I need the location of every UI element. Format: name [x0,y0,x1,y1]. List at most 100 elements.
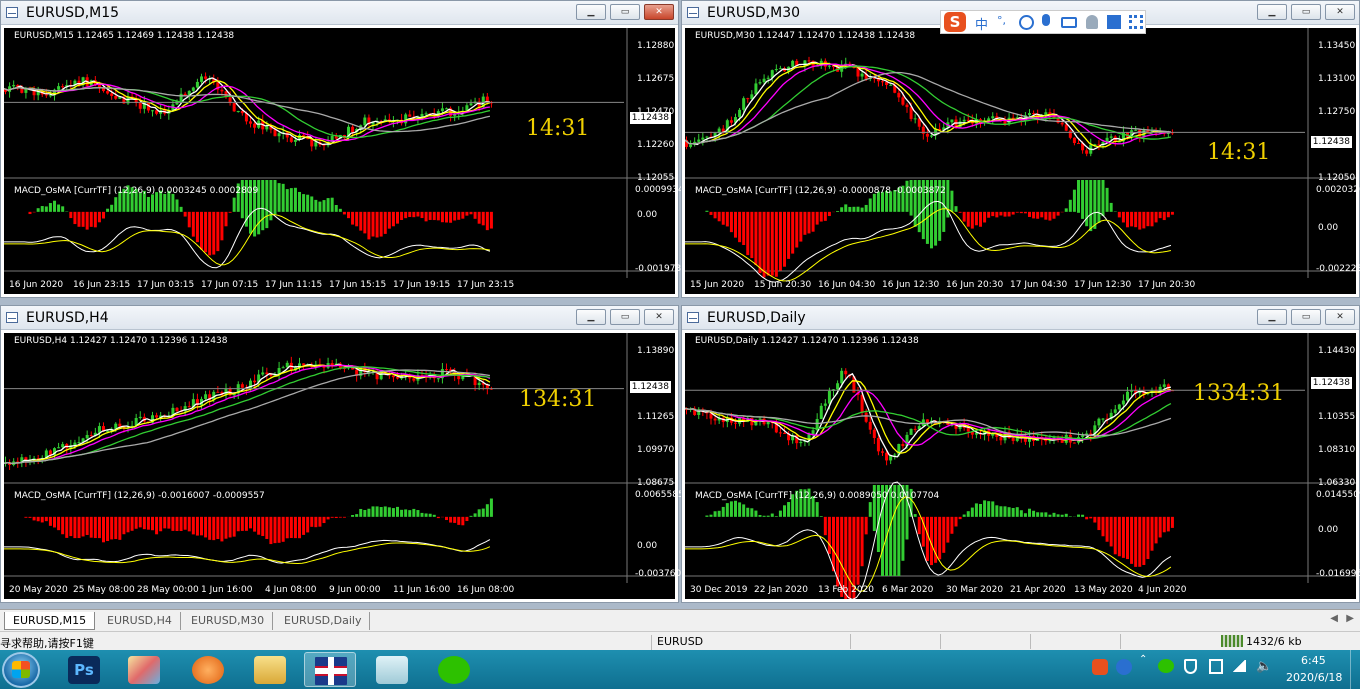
close-button[interactable]: ✕ [1325,309,1355,325]
minimize-button[interactable]: ▁ [1257,309,1287,325]
taskbar-browser[interactable] [182,652,234,687]
tray-expand-icon[interactable]: ⌃ [1139,654,1147,665]
taskbar-wechat[interactable] [428,652,480,687]
wechat-tray-icon[interactable] [1158,659,1174,673]
macd-histogram-bar [73,211,77,225]
candle-body [1126,391,1129,401]
macd-histogram-bar [1068,199,1072,212]
price-chart[interactable] [685,333,1356,599]
tab-eurusd-daily[interactable]: EURUSD,Daily [276,612,371,630]
taskbar-explorer[interactable] [244,652,296,687]
taskbar-paint[interactable] [118,652,170,687]
skin-icon[interactable] [1107,15,1121,29]
user-icon[interactable] [1086,15,1098,29]
candle-body [827,65,831,67]
macd-histogram-bar [750,508,754,517]
date-tick: 9 Jun 00:00 [329,585,381,595]
minimize-button[interactable]: ▁ [576,4,606,20]
candle-body [48,95,52,97]
taskbar-photoshop[interactable]: Ps [58,652,110,687]
price-chart[interactable] [4,333,675,599]
emoji-icon[interactable] [1019,15,1034,30]
sogou-icon[interactable]: S [944,12,966,32]
title-bar[interactable]: EURUSD,H4 ▁ ▭ ✕ [1,306,678,330]
price-tick: 1.09970 [637,445,675,455]
macd-histogram-bar [53,200,56,212]
chart-info: EURUSD,M15 1.12465 1.12469 1.12438 1.124… [14,31,235,41]
ime-punctuation[interactable]: °, [997,14,1006,27]
chart-window-m30[interactable]: EURUSD,M30 ▁ ▭ ✕ EURUSD,M30 1.12447 1.12… [681,0,1360,298]
sogou-tray-icon[interactable] [1092,659,1108,675]
macd-histogram-bar [69,211,73,219]
volume-tray-icon[interactable]: 🔈 [1256,659,1272,674]
maximize-button[interactable]: ▭ [610,309,640,325]
clock-date[interactable]: 2020/6/18 [1286,671,1342,684]
price-chart[interactable] [4,28,675,294]
taskbar-notepad[interactable] [366,652,418,687]
clock-time[interactable]: 6:45 [1301,654,1326,667]
toolbox-icon[interactable] [1129,15,1143,29]
maximize-button[interactable]: ▭ [1291,4,1321,20]
close-button[interactable]: ✕ [1325,4,1355,20]
chart-area[interactable]: EURUSD,M30 1.12447 1.12470 1.12438 1.124… [685,28,1360,294]
macd-histogram-bar [995,211,999,218]
ime-toolbar[interactable]: S 中 °, [940,10,1146,34]
connection-icon [1221,635,1243,647]
chart-area[interactable]: EURUSD,H4 1.12427 1.12470 1.12396 1.1243… [4,333,684,599]
macd-histogram-bar [819,211,823,222]
candle-body [1085,150,1089,154]
tab-eurusd-h4[interactable]: EURUSD,H4 [99,612,181,630]
macd-histogram-bar [44,516,48,522]
chart-window-h4[interactable]: EURUSD,H4 ▁ ▭ ✕ EURUSD,H4 1.12427 1.1247… [0,305,684,603]
security-tray-icon[interactable] [1184,659,1197,674]
minimize-button[interactable]: ▁ [1257,4,1287,20]
macd-histogram-bar [1162,211,1166,221]
tab-scroll-right-icon[interactable]: ▶ [1346,613,1354,624]
help-tray-icon[interactable] [1116,659,1132,675]
taskbar-metatrader[interactable] [304,652,356,687]
macd-histogram-bar [208,516,212,540]
macd-histogram-bar [1150,516,1154,551]
signal-tray-icon[interactable] [1232,660,1246,672]
chart-area[interactable]: EURUSD,M15 1.12465 1.12469 1.12438 1.124… [4,28,684,294]
tab-scroll-left-icon[interactable]: ◀ [1330,613,1338,624]
candle-body [412,378,416,381]
maximize-button[interactable]: ▭ [1291,309,1321,325]
title-bar[interactable]: EURUSD,M15 ▁ ▭ ✕ [1,1,678,25]
macd-histogram-bar [200,516,203,536]
date-tick: 15 Jun 20:30 [754,280,812,290]
candle-body [791,60,795,67]
price-tick: 1.12260 [637,140,675,150]
network-tray-icon[interactable] [1209,659,1223,674]
candle-body [85,435,89,439]
tab-eurusd-m30[interactable]: EURUSD,M30 [183,612,274,630]
candle-body [872,429,876,438]
chart-window-m15[interactable]: EURUSD,M15 ▁ ▭ ✕ EURUSD,M15 1.12465 1.12… [0,0,684,298]
macd-histogram-bar [1032,510,1036,517]
minimize-button[interactable]: ▁ [576,309,606,325]
macd-histogram-bar [717,510,721,517]
maximize-button[interactable]: ▭ [610,4,640,20]
macd-histogram-bar [803,211,807,235]
macd-histogram-bar [36,208,40,212]
macd-info: MACD_OsMA [CurrTF] (12,26,9) -0.0016007 … [14,491,265,501]
macd-histogram-bar [1064,208,1068,212]
ime-language[interactable]: 中 [975,14,988,33]
macd-histogram-bar [106,516,110,542]
macd-histogram-bar [999,506,1003,517]
date-tick: 17 Jun 04:30 [1010,280,1068,290]
close-button[interactable]: ✕ [644,309,674,325]
close-button[interactable]: ✕ [644,4,674,20]
show-desktop-button[interactable] [1350,650,1360,689]
microphone-icon[interactable] [1042,14,1050,26]
keyboard-icon[interactable] [1061,17,1077,28]
date-tick: 16 Jun 2020 [9,280,64,290]
tab-eurusd-m15[interactable]: EURUSD,M15 [4,612,96,630]
chart-area[interactable]: EURUSD,Daily 1.12427 1.12470 1.12396 1.1… [685,333,1360,599]
chart-window-daily[interactable]: EURUSD,Daily ▁ ▭ ✕ EURUSD,Daily 1.12427 … [681,305,1360,603]
title-bar[interactable]: EURUSD,Daily ▁ ▭ ✕ [682,306,1359,330]
price-tick: 1.13450 [1318,41,1356,51]
candle-body [746,98,750,100]
candle-body [363,117,367,126]
macd-histogram-bar [1146,211,1150,227]
